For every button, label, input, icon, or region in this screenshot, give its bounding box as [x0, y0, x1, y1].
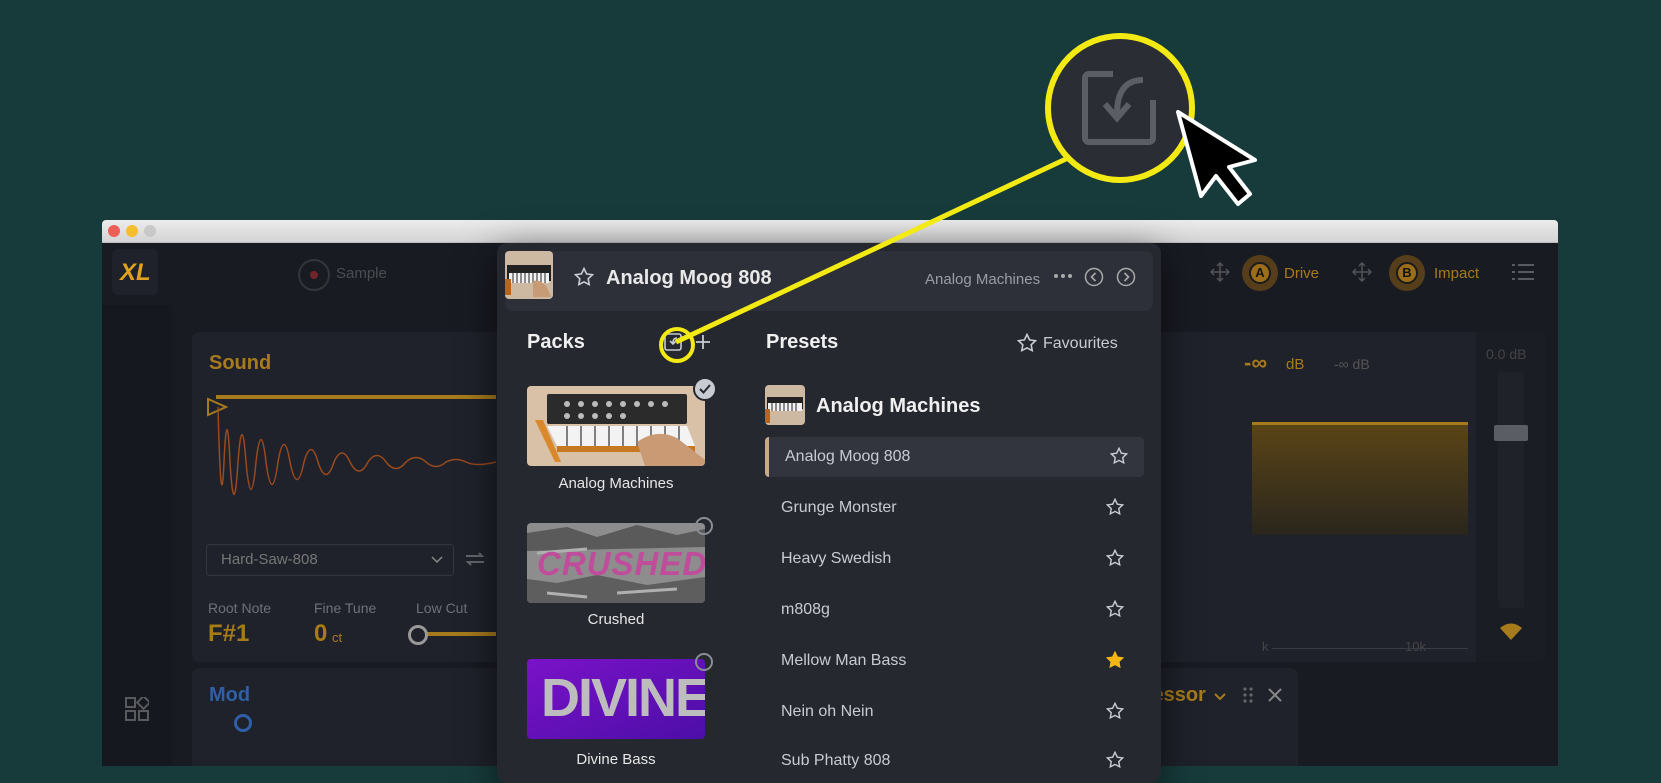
callout-overlay: [674, 33, 1257, 345]
arrow-cursor: [1176, 110, 1257, 206]
callout-line: [674, 155, 1070, 345]
